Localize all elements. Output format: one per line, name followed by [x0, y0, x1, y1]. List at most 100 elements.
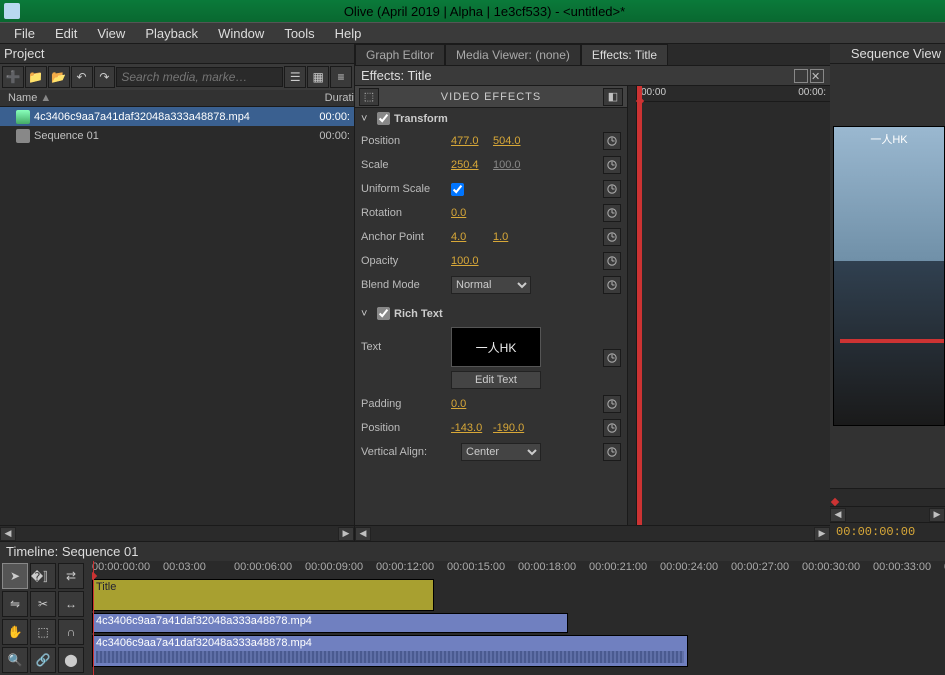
menu-tools[interactable]: Tools: [274, 24, 324, 43]
scale-x[interactable]: 250.4: [451, 159, 493, 171]
scroll-right-icon[interactable]: ▶: [814, 527, 830, 541]
position-x[interactable]: 477.0: [451, 135, 493, 147]
menu-window[interactable]: Window: [208, 24, 274, 43]
anchor-y[interactable]: 1.0: [493, 231, 535, 243]
zoom-tool[interactable]: 🔍: [2, 647, 28, 673]
razor-tool[interactable]: ✂: [30, 591, 56, 617]
slip-tool[interactable]: ↔: [58, 591, 84, 617]
richtext-enable-checkbox[interactable]: [377, 307, 390, 320]
list-view-button[interactable]: ≡: [330, 66, 352, 88]
scroll-left-icon[interactable]: ◀: [0, 527, 16, 541]
clip-video-2[interactable]: 4c3406c9aa7a41daf32048a333a48878.mp4: [92, 635, 688, 667]
tab-effects-title[interactable]: Effects: Title: [581, 44, 668, 65]
snapping-button[interactable]: ∩: [58, 619, 84, 645]
keyframe-button[interactable]: [603, 349, 621, 367]
transition-tool[interactable]: ⬚: [30, 619, 56, 645]
keyframe-button[interactable]: [603, 228, 621, 246]
sequence-preview[interactable]: 一人HK: [830, 64, 945, 488]
viewer-hscroll[interactable]: ◀ ▶: [830, 506, 945, 522]
pointer-tool[interactable]: ➤: [2, 563, 28, 589]
position-y[interactable]: 504.0: [493, 135, 535, 147]
chevron-down-icon[interactable]: ˅: [361, 308, 373, 320]
effects-vscroll[interactable]: [627, 86, 637, 525]
effects-tabs: Graph Editor Media Viewer: (none) Effect…: [355, 44, 830, 66]
opacity[interactable]: 100.0: [451, 255, 493, 267]
viewer-ruler[interactable]: [830, 488, 945, 506]
chevron-down-icon[interactable]: ˅: [361, 113, 373, 125]
blend-mode-select[interactable]: Normal: [451, 276, 531, 294]
rt-position-x[interactable]: -143.0: [451, 422, 493, 434]
keyframe-button[interactable]: [603, 395, 621, 413]
edit-text-button[interactable]: Edit Text: [451, 371, 541, 389]
project-item-video[interactable]: 4c3406c9aa7a41daf32048a333a48878.mp4 00:…: [0, 107, 354, 126]
record-button[interactable]: ⬤: [58, 647, 84, 673]
project-toolbar: ➕ 📁 📂 ↶ ↷ ☰ ▦ ≡: [0, 64, 354, 90]
col-name[interactable]: Name ▲: [0, 92, 304, 104]
keyframe-button[interactable]: [603, 252, 621, 270]
title-overlay: 一人HK: [870, 131, 907, 147]
rt-position-y[interactable]: -190.0: [493, 422, 535, 434]
group-rich-text[interactable]: ˅ Rich Text: [355, 303, 627, 324]
group-transform[interactable]: ˅ Transform: [355, 108, 627, 129]
edit-tool[interactable]: �〛: [30, 563, 56, 589]
keyframe-button[interactable]: [603, 180, 621, 198]
menu-file[interactable]: File: [4, 24, 45, 43]
hand-tool[interactable]: ✋: [2, 619, 28, 645]
ripple-tool[interactable]: ⇄: [58, 563, 84, 589]
effects-timeline[interactable]: 00:00 00:00:: [637, 86, 830, 525]
ruler-time-1: 00:00:: [798, 87, 826, 98]
keyframe-button[interactable]: [603, 276, 621, 294]
icon-view-button[interactable]: ▦: [307, 66, 329, 88]
valign-select[interactable]: Center: [461, 443, 541, 461]
timeline-playhead[interactable]: [93, 561, 94, 675]
transform-enable-checkbox[interactable]: [377, 112, 390, 125]
menu-playback[interactable]: Playback: [135, 24, 208, 43]
menu-edit[interactable]: Edit: [45, 24, 87, 43]
scroll-left-icon[interactable]: ◀: [355, 527, 371, 541]
timeline-tracks[interactable]: 00:00:00:0000:03:0000:00:06:0000:00:09:0…: [92, 561, 945, 675]
add-effect-button[interactable]: ⬚: [359, 88, 379, 106]
new-button[interactable]: ➕: [2, 66, 24, 88]
undo-button[interactable]: ↶: [71, 66, 93, 88]
tree-view-button[interactable]: ☰: [284, 66, 306, 88]
anchor-x[interactable]: 4.0: [451, 231, 493, 243]
scroll-left-icon[interactable]: ◀: [830, 508, 846, 522]
keyframe-button[interactable]: [603, 443, 621, 461]
clip-title[interactable]: Title: [92, 579, 434, 611]
keyframe-button[interactable]: [603, 419, 621, 437]
keyframe-button[interactable]: [603, 132, 621, 150]
project-item-sequence[interactable]: Sequence 01 00:00:: [0, 126, 354, 145]
redo-button[interactable]: ↷: [94, 66, 116, 88]
effects-panel-header: Effects: Title ✕: [355, 66, 830, 86]
menu-view[interactable]: View: [87, 24, 135, 43]
keyframe-button[interactable]: [603, 204, 621, 222]
padding[interactable]: 0.0: [451, 398, 493, 410]
video-effects-label: VIDEO EFFECTS: [379, 91, 603, 103]
timeline-ruler[interactable]: 00:00:00:0000:03:0000:00:06:0000:00:09:0…: [92, 561, 945, 577]
open-button[interactable]: 📂: [48, 66, 70, 88]
effects-hscroll[interactable]: ◀ ▶: [355, 525, 830, 541]
tab-media-viewer[interactable]: Media Viewer: (none): [445, 44, 581, 65]
preview-red-line: [840, 339, 945, 343]
playhead-icon[interactable]: [831, 498, 839, 506]
project-file-list: 4c3406c9aa7a41daf32048a333a48878.mp4 00:…: [0, 107, 354, 525]
scroll-right-icon[interactable]: ▶: [929, 508, 945, 522]
scroll-right-icon[interactable]: ▶: [338, 527, 354, 541]
effect-menu-button[interactable]: ◧: [603, 88, 623, 106]
search-input[interactable]: [116, 67, 283, 87]
video-icon: [16, 110, 30, 124]
clip-video-1[interactable]: 4c3406c9aa7a41daf32048a333a48878.mp4: [92, 613, 568, 633]
menu-help[interactable]: Help: [325, 24, 372, 43]
close-panel-icon[interactable]: ✕: [810, 69, 824, 83]
col-duration[interactable]: Durati: [304, 92, 354, 104]
undock-icon[interactable]: [794, 69, 808, 83]
tab-graph-editor[interactable]: Graph Editor: [355, 44, 445, 65]
scale-y[interactable]: 100.0: [493, 159, 535, 171]
rotation[interactable]: 0.0: [451, 207, 493, 219]
uniform-scale-checkbox[interactable]: [451, 183, 464, 196]
link-button[interactable]: 🔗: [30, 647, 56, 673]
rolling-tool[interactable]: ⇋: [2, 591, 28, 617]
folder-button[interactable]: 📁: [25, 66, 47, 88]
project-hscroll[interactable]: ◀ ▶: [0, 525, 354, 541]
keyframe-button[interactable]: [603, 156, 621, 174]
